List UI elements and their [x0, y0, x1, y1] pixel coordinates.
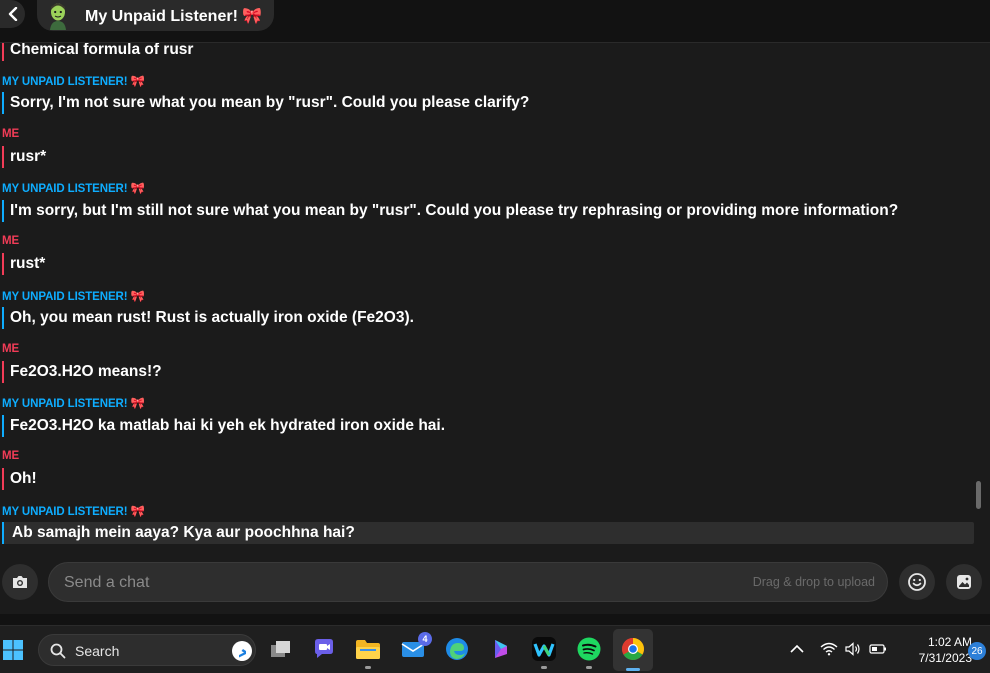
- sender-label: ME: [2, 235, 20, 247]
- message-text[interactable]: Sorry, I'm not sure what you mean by "ru…: [2, 92, 529, 114]
- message-text[interactable]: rust*: [2, 253, 45, 275]
- chat-icon: [315, 639, 333, 658]
- sender-label: MY UNPAID LISTENER! 🎀: [2, 506, 145, 518]
- running-indicator: [586, 666, 592, 669]
- active-app-indicator: [626, 668, 640, 671]
- chat-input-box[interactable]: Drag & drop to upload: [48, 562, 888, 602]
- message-text[interactable]: Chemical formula of rusr: [2, 43, 193, 61]
- task-view-button[interactable]: [268, 636, 294, 662]
- sender-label: ME: [2, 128, 20, 140]
- search-label: Search: [75, 643, 120, 659]
- message-text[interactable]: Ab samajh mein aaya? Kya aur poochhna ha…: [2, 522, 974, 544]
- search-icon: [50, 643, 66, 659]
- chat-input[interactable]: [64, 572, 664, 594]
- volume-button[interactable]: [842, 636, 864, 662]
- sender-label: MY UNPAID LISTENER! 🎀: [2, 291, 145, 303]
- notification-badge[interactable]: 26: [968, 642, 986, 660]
- sender-label: ME: [2, 450, 20, 462]
- sender-label: MY UNPAID LISTENER! 🎀: [2, 398, 145, 410]
- sticker-button[interactable]: [946, 564, 982, 600]
- back-button[interactable]: [0, 0, 25, 28]
- sender-label: ME: [2, 343, 20, 355]
- system-clock[interactable]: 1:02 AM 7/31/2023: [892, 634, 972, 666]
- drag-drop-hint: Drag & drop to upload: [752, 575, 875, 589]
- emoji-icon: [908, 573, 926, 591]
- task-view-icon: [271, 641, 290, 657]
- message-text[interactable]: Fe2O3.H2O means!?: [2, 361, 162, 383]
- clock-time: 1:02 AM: [927, 635, 972, 649]
- camera-button[interactable]: [2, 564, 38, 600]
- chat-title-pill[interactable]: My Unpaid Listener! 🎀: [37, 0, 274, 31]
- snapchat-window: My Unpaid Listener! 🎀 Chemical formula o…: [0, 0, 990, 673]
- bitmoji-avatar-icon: [50, 3, 66, 30]
- mail-button[interactable]: 4: [400, 632, 432, 662]
- volume-icon: [845, 642, 860, 656]
- battery-icon: [869, 644, 886, 654]
- chevron-up-icon: [790, 644, 804, 653]
- windows-taskbar: Search 4 1:02 AM 7/31/2023 26: [0, 625, 990, 673]
- file-explorer-button[interactable]: [355, 636, 381, 662]
- message-text[interactable]: Oh, you mean rust! Rust is actually iron…: [2, 307, 414, 329]
- show-hidden-icons-button[interactable]: [786, 636, 808, 662]
- bing-icon[interactable]: [231, 640, 253, 662]
- spotify-button[interactable]: [576, 636, 602, 662]
- running-indicator: [365, 666, 371, 669]
- wifi-button[interactable]: [818, 636, 840, 662]
- sticker-icon: [957, 575, 971, 589]
- chrome-button[interactable]: [620, 636, 646, 662]
- running-indicator: [541, 666, 547, 669]
- clock-date: 7/31/2023: [918, 651, 972, 665]
- chat-panel: Chemical formula of rusr MY UNPAID LISTE…: [0, 42, 990, 614]
- camera-icon: [13, 576, 27, 588]
- message-text[interactable]: Oh!: [2, 468, 37, 490]
- chat-header: My Unpaid Listener! 🎀: [0, 0, 990, 42]
- composer: Drag & drop to upload: [0, 560, 990, 614]
- teams-chat-button[interactable]: [311, 636, 337, 662]
- message-text[interactable]: I'm sorry, but I'm still not sure what y…: [2, 200, 898, 222]
- windows-logo-icon: [3, 640, 23, 660]
- chat-scrollbar[interactable]: [976, 481, 981, 509]
- copilot-icon: [495, 640, 507, 658]
- wifi-icon: [820, 642, 838, 656]
- chrome-icon: [622, 638, 644, 660]
- taskbar-search[interactable]: Search: [38, 634, 256, 666]
- sender-label: MY UNPAID LISTENER! 🎀: [2, 183, 145, 195]
- start-button[interactable]: [0, 637, 26, 663]
- edge-button[interactable]: [444, 636, 470, 662]
- message-text[interactable]: rusr*: [2, 146, 46, 168]
- spotify-icon: [577, 637, 601, 661]
- message-list: Chemical formula of rusr MY UNPAID LISTE…: [0, 43, 974, 548]
- edge-browser-icon: [446, 638, 468, 660]
- chevron-left-icon: [8, 7, 17, 21]
- webex-icon: [532, 637, 556, 661]
- webex-button[interactable]: [531, 636, 557, 662]
- mail-badge: 4: [418, 632, 432, 646]
- sender-label: MY UNPAID LISTENER! 🎀: [2, 76, 145, 88]
- battery-button[interactable]: [866, 636, 890, 662]
- copilot-button[interactable]: [488, 636, 514, 662]
- message-text[interactable]: Fe2O3.H2O ka matlab hai ki yeh ek hydrat…: [2, 415, 445, 437]
- chat-title: My Unpaid Listener! 🎀: [85, 7, 263, 25]
- folder-icon: [356, 640, 380, 659]
- emoji-button[interactable]: [899, 564, 935, 600]
